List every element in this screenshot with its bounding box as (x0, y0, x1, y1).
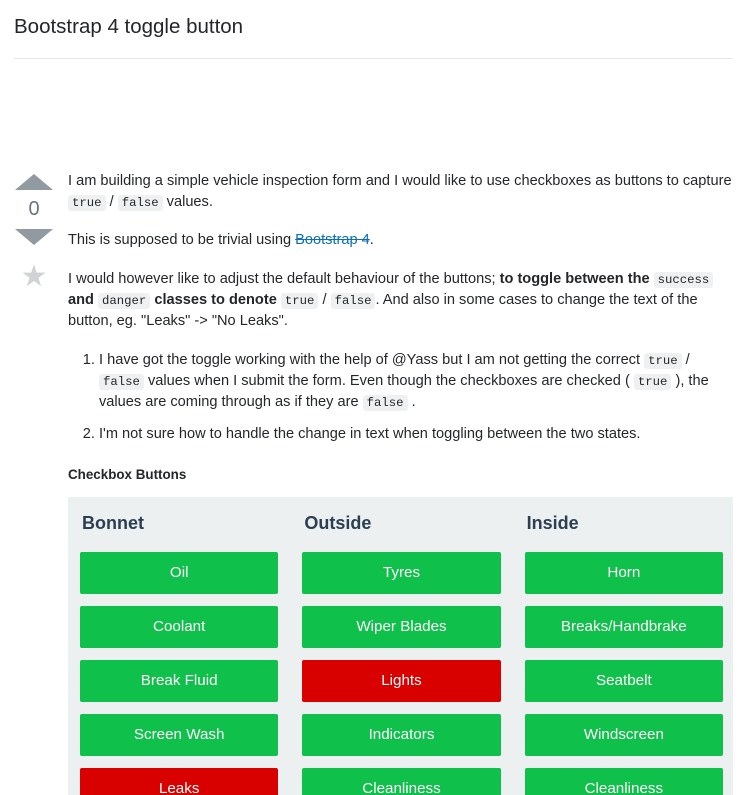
column-title: Bonnet (82, 512, 144, 533)
issue-list: I have got the toggle working with the h… (68, 350, 734, 446)
paragraph-intro: I am building a simple vehicle inspectio… (68, 171, 734, 213)
code-true: true (644, 352, 682, 369)
code-danger: danger (98, 293, 151, 310)
checkbox-button[interactable]: Tyres (302, 552, 501, 595)
text-run: I have got the toggle working with the h… (99, 351, 645, 368)
text-run: / (105, 193, 118, 210)
text-bold: classes to denote (150, 292, 281, 309)
code-false: false (330, 293, 376, 310)
text-run: This is supposed to be trivial using (68, 232, 296, 249)
star-icon[interactable]: ★ (21, 261, 48, 292)
text-run: . (369, 232, 374, 249)
column-title: Outside (304, 512, 372, 533)
text-bold: and (68, 292, 98, 309)
text-run: I'm not sure how to handle the change in… (99, 426, 641, 443)
code-success: success (653, 272, 714, 289)
upvote-arrow-icon[interactable] (15, 173, 53, 190)
code-false: false (99, 373, 144, 390)
checkbox-button[interactable]: Horn (524, 552, 723, 595)
text-bold: to toggle between the (499, 271, 654, 288)
column-inside: Inside Horn Breaks/Handbrake Seatbelt Wi… (524, 512, 723, 795)
checkbox-button[interactable]: Lights (302, 660, 501, 703)
checkbox-button[interactable]: Leaks (80, 768, 279, 795)
text-run: / (681, 351, 690, 368)
list-item: I have got the toggle working with the h… (99, 350, 734, 413)
checkbox-button[interactable]: Break Fluid (80, 660, 279, 703)
panel-columns: Bonnet Oil Coolant Break Fluid Screen Wa… (80, 513, 723, 795)
bootstrap-4-link[interactable]: Bootstrap 4 (295, 232, 370, 248)
page-header: Bootstrap 4 toggle button (0, 0, 746, 59)
checkbox-button[interactable]: Indicators (302, 714, 501, 757)
text-run: values. (162, 193, 213, 210)
checkbox-buttons-panel: Bonnet Oil Coolant Break Fluid Screen Wa… (68, 496, 733, 795)
text-run: values when I submit the form. Even thou… (143, 372, 634, 389)
text-run: . (407, 394, 416, 411)
code-true: true (68, 194, 106, 211)
code-true: true (633, 373, 672, 390)
vote-cell: 0 ★ (0, 171, 68, 292)
page-title: Bootstrap 4 toggle button (14, 15, 244, 38)
column-outside: Outside Tyres Wiper Blades Lights Indica… (302, 513, 524, 795)
list-item: I'm not sure how to handle the change in… (99, 424, 734, 445)
checkbox-button[interactable]: Windscreen (524, 714, 723, 757)
checkbox-button[interactable]: Coolant (80, 606, 279, 649)
checkbox-button[interactable]: Oil (80, 552, 279, 595)
checkbox-button[interactable]: Breaks/Handbrake (524, 606, 723, 649)
checkbox-button[interactable]: Wiper Blades (302, 606, 501, 649)
code-true: true (280, 293, 319, 310)
code-false: false (117, 194, 163, 211)
checkbox-button[interactable]: Cleanliness (302, 768, 501, 795)
code-false: false (362, 395, 408, 412)
checkbox-buttons-label: Checkbox Buttons (68, 467, 187, 483)
checkbox-button[interactable]: Seatbelt (524, 660, 723, 703)
paragraph-behaviour: I would however like to adjust the defau… (68, 269, 734, 332)
checkbox-button[interactable]: Cleanliness (524, 768, 723, 795)
paragraph-trivial: This is supposed to be trivial using Boo… (68, 230, 734, 251)
column-title: Inside (526, 512, 579, 533)
text-run: / (318, 292, 331, 309)
checkbox-button[interactable]: Screen Wash (80, 714, 279, 757)
post-body: I am building a simple vehicle inspectio… (68, 171, 746, 795)
vote-count: 0 (28, 197, 40, 220)
text-run: I would however like to adjust the defau… (68, 271, 500, 288)
post-container: 0 ★ I am building a simple vehicle inspe… (0, 59, 746, 795)
text-run: I am building a simple vehicle inspectio… (68, 172, 732, 189)
downvote-arrow-icon[interactable] (15, 228, 53, 245)
column-bonnet: Bonnet Oil Coolant Break Fluid Screen Wa… (80, 513, 302, 795)
